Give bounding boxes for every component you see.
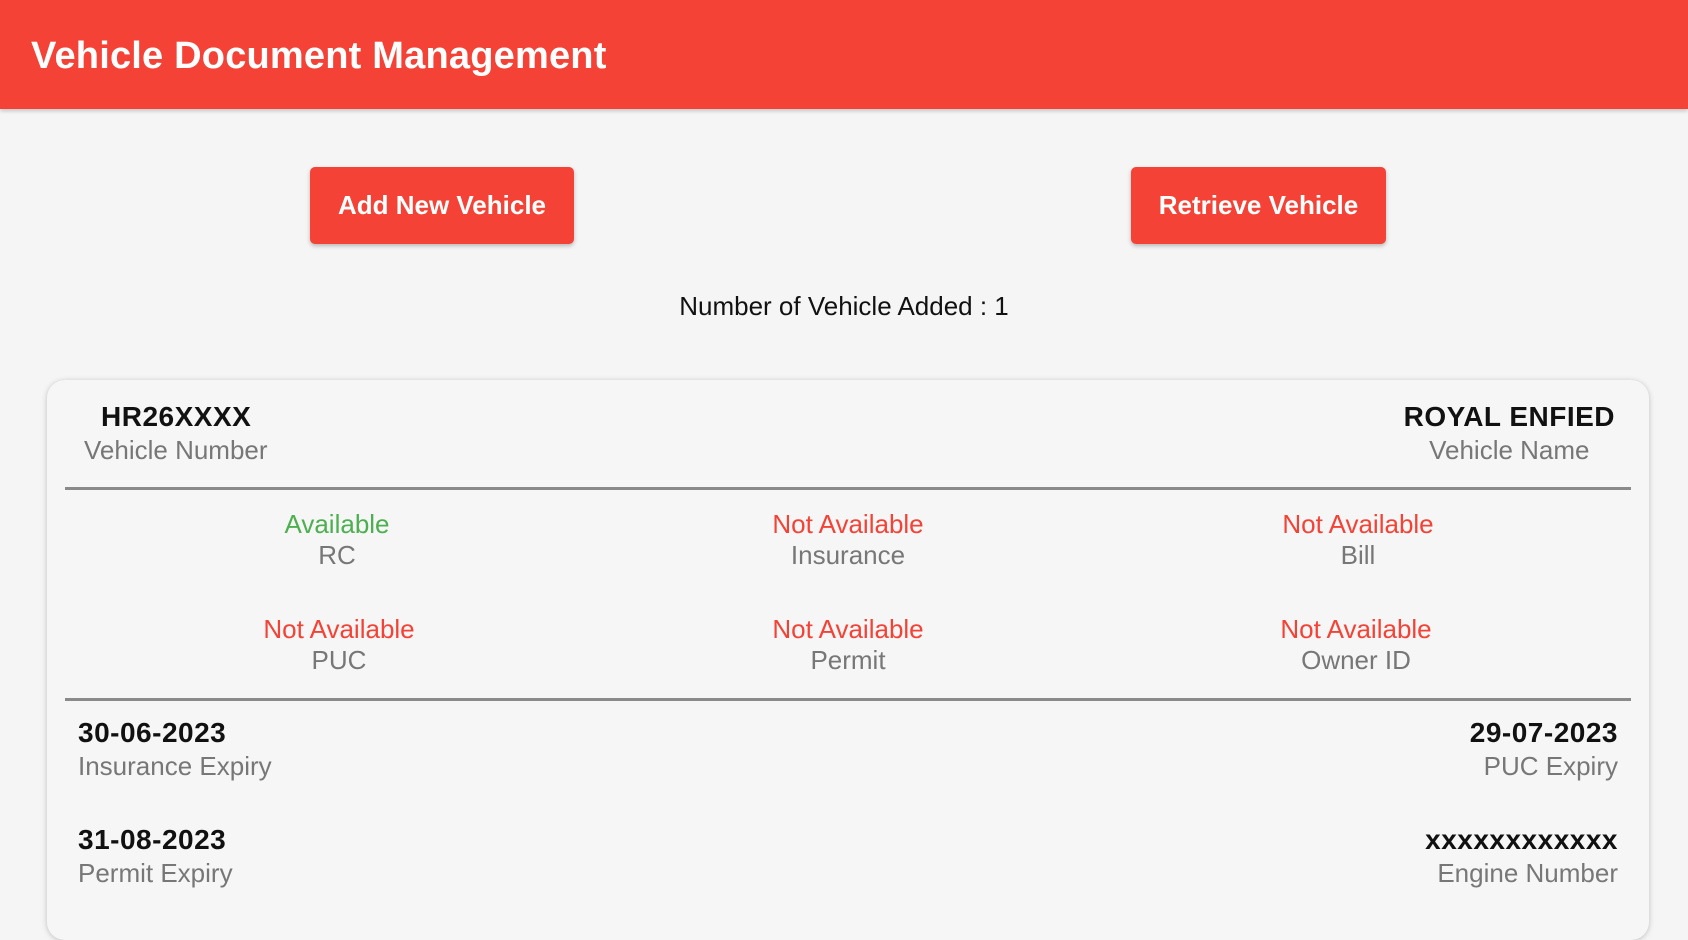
document-item-rc: Available RC — [187, 509, 487, 571]
document-name: Permit — [810, 645, 886, 675]
insurance-expiry-label: Insurance Expiry — [78, 751, 272, 781]
puc-expiry-field: 29-07-2023 PUC Expiry — [1470, 716, 1618, 782]
app-title: Vehicle Document Management — [31, 35, 607, 77]
insurance-expiry-field: 30-06-2023 Insurance Expiry — [78, 716, 272, 782]
vehicle-name-value: ROYAL ENFIED — [1403, 401, 1615, 432]
vehicle-name-label: Vehicle Name — [1429, 435, 1590, 465]
document-status: Not Available — [1282, 509, 1434, 539]
engine-number-field: xxxxxxxxxxxx Engine Number — [1425, 823, 1618, 889]
document-status: Not Available — [263, 614, 415, 644]
card-divider — [65, 698, 1631, 701]
document-status: Available — [284, 509, 390, 539]
permit-expiry-value: 31-08-2023 — [78, 824, 227, 855]
document-name: Bill — [1340, 540, 1376, 570]
document-item-bill: Not Available Bill — [1208, 509, 1508, 571]
vehicle-number-field: HR26XXXX Vehicle Number — [84, 400, 268, 466]
document-status: Not Available — [772, 614, 924, 644]
permit-expiry-field: 31-08-2023 Permit Expiry — [78, 823, 233, 889]
add-new-vehicle-button[interactable]: Add New Vehicle — [310, 167, 574, 244]
document-name: RC — [318, 540, 356, 570]
vehicle-card[interactable]: HR26XXXX Vehicle Number ROYAL ENFIED Veh… — [47, 380, 1649, 940]
vehicle-number-label: Vehicle Number — [84, 435, 268, 465]
document-status: Not Available — [772, 509, 924, 539]
insurance-expiry-value: 30-06-2023 — [78, 717, 227, 748]
vehicle-number-value: HR26XXXX — [101, 401, 252, 432]
engine-number-value: xxxxxxxxxxxx — [1425, 824, 1618, 855]
puc-expiry-label: PUC Expiry — [1483, 751, 1618, 781]
vehicle-count-text: Number of Vehicle Added : 1 — [679, 291, 1009, 321]
permit-expiry-label: Permit Expiry — [78, 858, 233, 888]
document-name: PUC — [311, 645, 367, 675]
app-bar: Vehicle Document Management — [0, 0, 1688, 109]
puc-expiry-value: 29-07-2023 — [1469, 717, 1618, 748]
vehicle-name-field: ROYAL ENFIED Vehicle Name — [1404, 400, 1615, 466]
document-item-owner-id: Not Available Owner ID — [1206, 614, 1506, 676]
document-name: Owner ID — [1301, 645, 1411, 675]
document-status: Not Available — [1280, 614, 1432, 644]
engine-number-label: Engine Number — [1437, 858, 1618, 888]
retrieve-vehicle-button[interactable]: Retrieve Vehicle — [1131, 167, 1386, 244]
document-item-puc: Not Available PUC — [189, 614, 489, 676]
document-item-insurance: Not Available Insurance — [698, 509, 998, 571]
card-divider — [65, 487, 1631, 490]
document-item-permit: Not Available Permit — [698, 614, 998, 676]
document-name: Insurance — [790, 540, 906, 570]
